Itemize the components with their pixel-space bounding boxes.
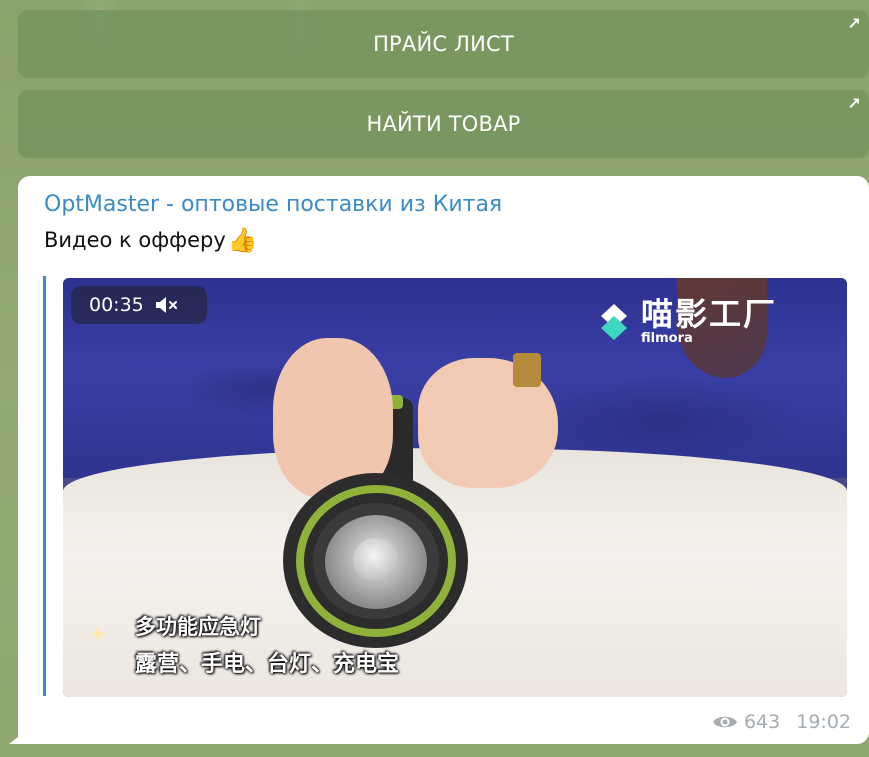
arrow-up-right-icon: ↗ <box>847 14 861 33</box>
video-watermark: 喵影工厂 filmora <box>597 298 777 345</box>
find-product-label: НАЙТИ ТОВАР <box>366 112 521 136</box>
message-meta: 643 19:02 <box>712 711 851 733</box>
message-bubble: OptMaster - оптовые поставки из Китая Ви… <box>18 176 869 744</box>
video-player[interactable]: 00:35 喵影工厂 filmora ✦ 多功能应急灯 露营、手电、台灯、充电宝 <box>63 278 847 697</box>
video-scene-watch <box>513 353 541 387</box>
eye-icon <box>712 713 738 731</box>
watermark-sub: filmora <box>641 331 693 346</box>
price-list-button[interactable]: ПРАЙС ЛИСТ ↗ <box>18 10 869 78</box>
view-count: 643 <box>743 711 781 733</box>
watermark-main: 喵影工厂 <box>641 295 778 333</box>
price-list-label: ПРАЙС ЛИСТ <box>373 32 514 56</box>
arrow-up-right-icon: ↗ <box>847 94 861 113</box>
filmora-logo-icon <box>601 303 627 340</box>
quote-bar <box>43 276 46 696</box>
thumbs-up-icon: 👍 <box>227 226 258 254</box>
video-scene-lamp-bulb <box>353 538 399 582</box>
speaker-muted-icon[interactable] <box>154 296 180 314</box>
find-product-button[interactable]: НАЙТИ ТОВАР ↗ <box>18 90 869 158</box>
caption-text: Видео к офферу <box>44 228 226 252</box>
video-duration-pill: 00:35 <box>71 286 207 324</box>
sender-name[interactable]: OptMaster - оптовые поставки из Китая <box>44 192 502 217</box>
video-duration: 00:35 <box>89 294 144 316</box>
sparkle-icon: ✦ <box>89 623 108 648</box>
message-caption: Видео к офферу 👍 <box>44 226 258 254</box>
message-time: 19:02 <box>796 711 851 733</box>
video-subtitle-line1: 多功能应急灯 <box>135 615 261 639</box>
video-subtitle-line2: 露营、手电、台灯、充电宝 <box>135 652 400 677</box>
